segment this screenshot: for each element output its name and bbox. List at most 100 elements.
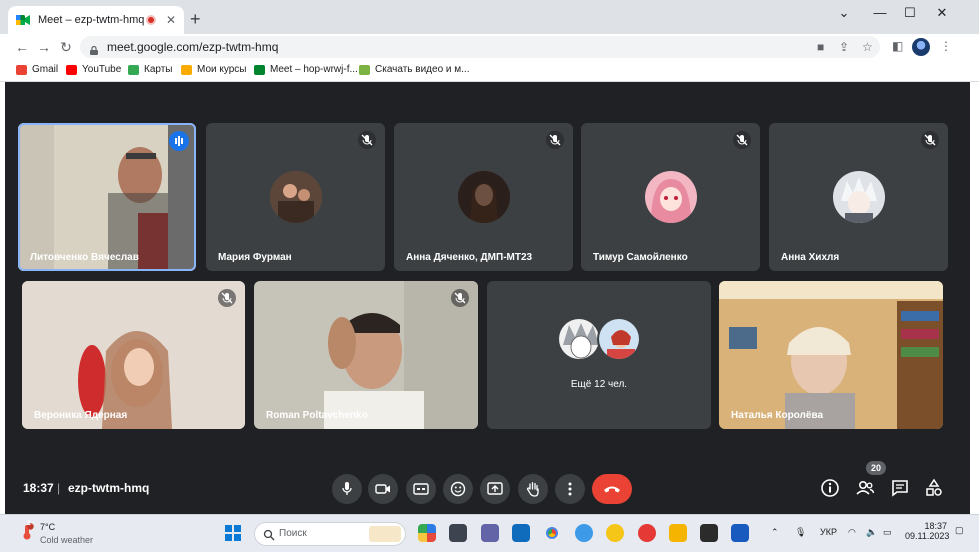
participant-tile[interactable]: Тимур Самойленко (581, 123, 760, 271)
participant-tile[interactable]: Наталья Королёва (719, 281, 943, 429)
avatar (557, 317, 601, 361)
participant-video (22, 281, 245, 429)
bookmark-download-video[interactable]: Скачать видео и м... (359, 64, 470, 75)
address-bar[interactable]: meet.google.com/ezp-twtm-hmq ■ ⇪ ☆ (80, 36, 880, 58)
mic-off-icon (546, 131, 564, 149)
weather-badge: 1 (27, 520, 31, 527)
edge-app-icon[interactable] (575, 524, 593, 542)
participant-name: Roman Poltavchenko (266, 410, 368, 421)
participant-tile[interactable]: Мария Фурман (206, 123, 385, 271)
tab-title: Meet – ezp-twtm-hmq (38, 14, 145, 26)
bookmark-label: Gmail (32, 64, 59, 75)
captions-icon (413, 483, 429, 495)
bookmarks-bar: Gmail YouTube Карты Мои курсы Meet – hop… (0, 60, 979, 82)
minimize-button[interactable]: — (865, 4, 895, 22)
meeting-details-button[interactable] (819, 477, 841, 499)
participant-name: Наталья Королёва (731, 410, 824, 421)
meeting-controls-bar: 18:37 | ezp-twtm-hmq 20 (5, 461, 970, 514)
participant-tile[interactable]: Анна Хихля (769, 123, 948, 271)
bookmark-gmail[interactable]: Gmail (16, 64, 58, 75)
participant-tile[interactable]: Вероника Ядерная (22, 281, 245, 429)
maximize-button[interactable]: ☐ (895, 4, 925, 22)
tab-meet[interactable]: Meet – ezp-twtm-hmq ✕ (8, 6, 184, 34)
microphone-tray-icon[interactable]: 🎙 (795, 527, 806, 538)
camera-in-use-icon[interactable]: ■ (817, 40, 824, 54)
taskbar-clock[interactable]: 18:37 09.11.2023 (905, 521, 949, 541)
download-icon (359, 64, 370, 75)
battery-icon[interactable]: ▭ (883, 527, 892, 538)
bookmark-meet[interactable]: Meet – hop-wrwj-f... (254, 64, 358, 75)
mic-icon (342, 482, 352, 495)
teams-icon[interactable] (481, 524, 499, 542)
widgets-app-icon[interactable] (418, 524, 436, 542)
side-panel-icon[interactable]: ◧ (892, 39, 903, 53)
start-button-windows-icon[interactable] (225, 525, 241, 541)
word-icon[interactable] (731, 524, 749, 542)
mic-button[interactable] (332, 474, 362, 504)
share-icon[interactable]: ⇪ (839, 40, 849, 54)
mic-off-icon (921, 131, 939, 149)
participant-name: Вероника Ядерная (34, 410, 128, 421)
mic-off-icon (358, 131, 376, 149)
meeting-code: ezp-twtm-hmq (68, 481, 150, 495)
profile-avatar[interactable] (912, 38, 930, 56)
bookmark-star-icon[interactable]: ☆ (862, 40, 873, 54)
browser-toolbar: ← → ↻ meet.google.com/ezp-twtm-hmq ■ ⇪ ☆… (0, 34, 979, 60)
camera-button[interactable] (368, 474, 398, 504)
avatar (457, 171, 510, 223)
gmail-icon (16, 64, 27, 75)
close-window-button[interactable]: ✕ (927, 4, 957, 22)
leave-call-button[interactable] (592, 474, 632, 504)
participant-name: Анна Дяченко, ДМП-МТ23 (406, 252, 533, 263)
tab-search-icon[interactable]: ⌄ (829, 4, 859, 22)
captions-button[interactable] (406, 474, 436, 504)
input-language[interactable]: УКР (820, 527, 837, 537)
notifications-icon[interactable]: ▢ (955, 525, 964, 536)
participant-count-badge: 20 (866, 461, 887, 475)
youtube-icon (66, 64, 77, 75)
moodle-icon (181, 64, 192, 75)
meet-icon (254, 64, 265, 75)
clock-time: 18:37 (924, 521, 947, 531)
chat-button[interactable] (889, 477, 911, 499)
participant-tile[interactable]: Анна Дяченко, ДМП-МТ23 (394, 123, 573, 271)
bookmark-youtube[interactable]: YouTube (66, 64, 121, 75)
volume-icon[interactable]: 🔈 (866, 527, 877, 538)
avatar (597, 317, 641, 361)
forward-button[interactable]: → (34, 37, 54, 57)
participant-tile[interactable]: Roman Poltavchenko (254, 281, 478, 429)
url-text: meet.google.com/ezp-twtm-hmq (107, 40, 279, 54)
back-button[interactable]: ← (12, 37, 32, 57)
norton-icon[interactable] (606, 524, 624, 542)
opera-icon[interactable] (638, 524, 656, 542)
7zip-icon[interactable] (700, 524, 718, 542)
present-button[interactable] (480, 474, 510, 504)
more-vert-icon (568, 482, 572, 496)
raise-hand-button[interactable] (518, 474, 548, 504)
camera-icon (375, 484, 390, 494)
bookmark-my-courses[interactable]: Мои курсы (181, 64, 247, 75)
file-explorer-icon[interactable] (669, 524, 687, 542)
more-options-button[interactable] (555, 474, 585, 504)
emoji-button[interactable] (443, 474, 473, 504)
task-view-icon[interactable] (449, 524, 467, 542)
mic-off-icon (733, 131, 751, 149)
taskbar-search[interactable]: Поиск (254, 522, 406, 546)
wifi-icon[interactable]: ◠ (848, 527, 856, 538)
chrome-icon[interactable] (543, 524, 561, 542)
tray-overflow-icon[interactable]: ⌃ (771, 527, 779, 538)
mail-icon[interactable] (512, 524, 530, 542)
chat-icon (892, 480, 908, 497)
people-button[interactable] (854, 477, 876, 499)
menu-kebab-icon[interactable]: ⋮ (940, 39, 952, 53)
bookmark-maps[interactable]: Карты (128, 64, 173, 75)
windows-taskbar: 1 7°C Cold weather Поиск ⌃ 🎙 УКР ◠ 🔈 ▭ 1… (0, 514, 979, 552)
present-screen-icon (487, 482, 503, 495)
participant-tile-speaking[interactable]: Литовченко Вячеслав (18, 123, 196, 271)
activities-button[interactable] (923, 477, 945, 499)
participant-video (254, 281, 478, 429)
new-tab-button[interactable]: + (190, 10, 201, 28)
reload-button[interactable]: ↻ (56, 37, 76, 57)
tab-close-icon[interactable]: ✕ (166, 13, 176, 27)
more-participants-tile[interactable]: Ещё 12 чел. (487, 281, 711, 429)
